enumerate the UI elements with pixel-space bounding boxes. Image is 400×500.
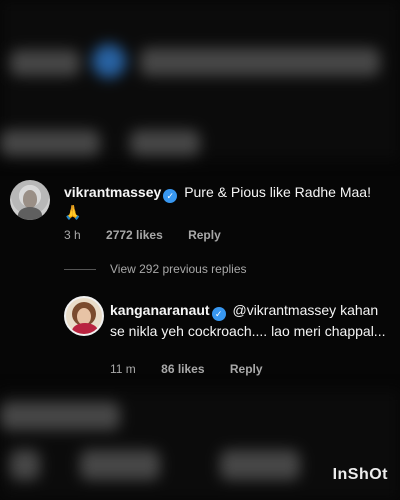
comment-meta: 3 h 2772 likes Reply	[64, 228, 243, 242]
comment-text: Pure & Pious like Radhe Maa!	[184, 184, 371, 200]
comment-vikrantmassey: vikrantmassey ✓ Pure & Pious like Radhe M…	[10, 180, 390, 250]
likes-count[interactable]: 86 likes	[161, 362, 204, 376]
timestamp: 3 h	[64, 228, 81, 242]
reply-button[interactable]: Reply	[230, 362, 263, 376]
timestamp: 11 m	[110, 362, 136, 376]
verified-badge-icon: ✓	[211, 307, 226, 321]
reply-button[interactable]: Reply	[188, 228, 221, 242]
view-previous-replies-link[interactable]: View 292 previous replies	[110, 262, 247, 276]
comment-kanganaranaut: kanganaranaut ✓ @vikrantmassey kahan se n…	[64, 296, 390, 386]
avatar[interactable]	[10, 180, 50, 220]
username[interactable]: kanganaranaut	[110, 302, 210, 318]
mention-link[interactable]: @vikrantmassey	[232, 302, 336, 318]
replies-divider	[64, 269, 96, 270]
blurred-header-area	[0, 0, 400, 160]
comment-body: vikrantmassey ✓ Pure & Pious like Radhe M…	[64, 182, 394, 203]
username[interactable]: vikrantmassey	[64, 184, 161, 200]
prayer-emoji-icon: 🙏	[64, 204, 82, 220]
inshot-watermark: InShOt	[332, 466, 388, 483]
verified-badge-icon: ✓	[163, 189, 178, 203]
avatar[interactable]	[64, 296, 104, 336]
comment-body: kanganaranaut ✓ @vikrantmassey kahan se n…	[110, 300, 390, 341]
likes-count[interactable]: 2772 likes	[106, 228, 163, 242]
comment-meta: 11 m 86 likes Reply	[110, 362, 285, 376]
